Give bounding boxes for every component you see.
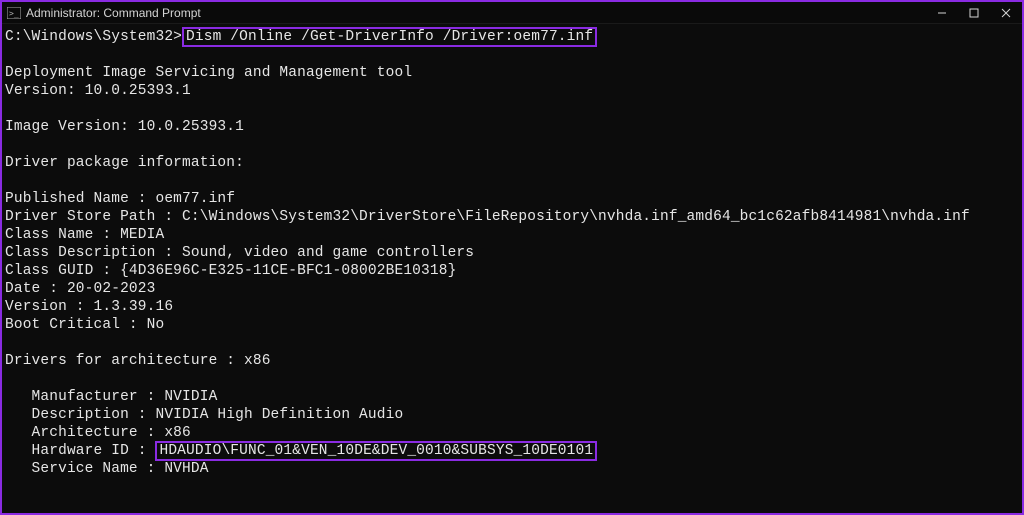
terminal-output[interactable]: C:\Windows\System32>Dism /Online /Get-Dr… bbox=[2, 24, 1022, 513]
hardware-id-highlight: HDAUDIO\FUNC_01&VEN_10DE&DEV_0010&SUBSYS… bbox=[155, 441, 597, 461]
tool-line: Deployment Image Servicing and Managemen… bbox=[5, 65, 412, 81]
version-line: Version: 10.0.25393.1 bbox=[5, 83, 191, 99]
manufacturer: Manufacturer : NVIDIA bbox=[5, 389, 217, 405]
prompt-path: C:\Windows\System32> bbox=[5, 29, 182, 45]
published-name: Published Name : oem77.inf bbox=[5, 191, 235, 207]
driver-store-path: Driver Store Path : C:\Windows\System32\… bbox=[5, 209, 970, 225]
driver-pkg-header: Driver package information: bbox=[5, 155, 244, 171]
version: Version : 1.3.39.16 bbox=[5, 299, 173, 315]
window-title: Administrator: Command Prompt bbox=[26, 6, 201, 20]
image-version-line: Image Version: 10.0.25393.1 bbox=[5, 119, 244, 135]
maximize-button[interactable] bbox=[958, 2, 990, 24]
class-guid: Class GUID : {4D36E96C-E325-11CE-BFC1-08… bbox=[5, 263, 456, 279]
class-name: Class Name : MEDIA bbox=[5, 227, 164, 243]
titlebar[interactable]: >_ Administrator: Command Prompt bbox=[2, 2, 1022, 24]
boot-critical: Boot Critical : No bbox=[5, 317, 164, 333]
service-name: Service Name : NVHDA bbox=[5, 461, 209, 477]
close-button[interactable] bbox=[990, 2, 1022, 24]
hardware-id-label: Hardware ID : bbox=[5, 443, 155, 459]
class-description: Class Description : Sound, video and gam… bbox=[5, 245, 474, 261]
command-highlight: Dism /Online /Get-DriverInfo /Driver:oem… bbox=[182, 27, 597, 47]
cmd-icon: >_ bbox=[6, 5, 22, 21]
window: >_ Administrator: Command Prompt C:\Wind… bbox=[0, 0, 1024, 515]
date: Date : 20-02-2023 bbox=[5, 281, 155, 297]
svg-text:>_: >_ bbox=[9, 9, 19, 18]
description: Description : NVIDIA High Definition Aud… bbox=[5, 407, 403, 423]
drivers-arch-header: Drivers for architecture : x86 bbox=[5, 353, 271, 369]
minimize-button[interactable] bbox=[926, 2, 958, 24]
architecture: Architecture : x86 bbox=[5, 425, 191, 441]
